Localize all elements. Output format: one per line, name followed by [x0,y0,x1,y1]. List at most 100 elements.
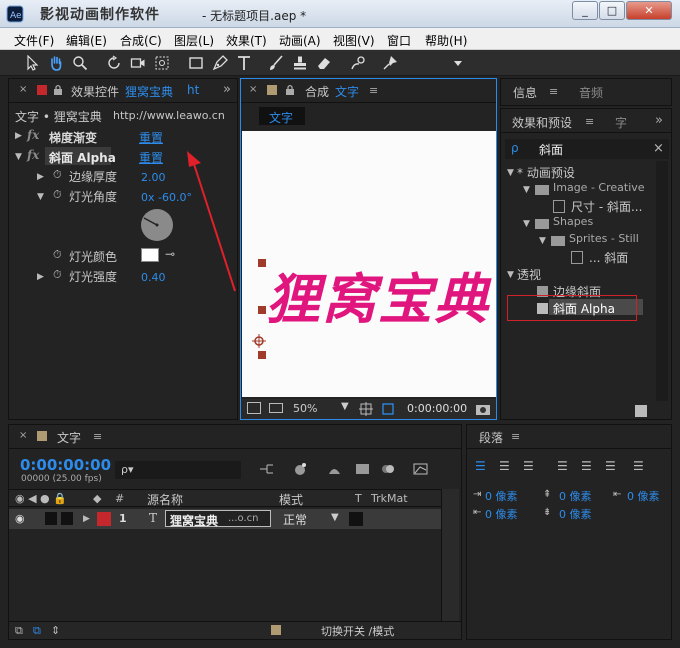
expand-triangle-icon[interactable]: ▶ [37,172,44,182]
tree-size-bevel[interactable]: 尺寸 - 斜面... [571,198,642,215]
tree-perspective[interactable]: 透视 [517,266,541,283]
panel-menu-icon[interactable]: ≡ [93,430,102,443]
lock-icon[interactable] [285,84,295,96]
clear-search-icon[interactable]: × [653,141,664,156]
footer-modes-icon[interactable]: ⧉ [33,624,41,638]
justify-right-icon[interactable]: ☰ [605,459,616,473]
layer-name-field[interactable]: 狸窝宝典 ...o.cn [165,510,271,528]
roto-brush-tool-icon[interactable] [348,53,368,73]
stopwatch-icon[interactable]: ⏱ [53,248,62,262]
collapse-triangle-icon[interactable]: ▼ [15,152,22,162]
hand-tool-icon[interactable] [46,53,66,73]
prop-light-intensity-value[interactable]: 0.40 [141,271,166,284]
tab-character[interactable]: 字 [615,114,627,131]
footer-frame-icon[interactable]: ⇕ [51,624,60,637]
draft-3d-icon[interactable] [291,461,309,477]
close-panel-icon[interactable]: × [249,84,257,95]
search-input[interactable]: 斜面 [539,141,563,158]
anchor-point-icon[interactable] [252,334,266,348]
tab-effects-presets[interactable]: 效果和预设 [512,114,572,131]
rotate-tool-icon[interactable] [104,53,124,73]
indent-right-value[interactable]: 0 像素 [485,506,518,522]
comp-mini-flowchart-icon[interactable] [257,461,275,477]
collapse-triangle-icon[interactable]: ▼ [37,192,44,202]
scrollbar-track[interactable] [656,161,668,401]
audio-toggle[interactable] [45,512,57,525]
type-tool-icon[interactable] [234,53,254,73]
tab-paragraph[interactable]: 段落 [479,429,503,446]
close-panel-icon[interactable]: × [19,84,27,95]
layer-label-color[interactable] [97,512,111,526]
monitor-icon[interactable] [269,403,283,413]
tab-composition-name[interactable]: 文字 [335,83,359,100]
align-center-icon[interactable]: ☰ [499,459,510,473]
collapse-triangle-icon[interactable]: ▼ [539,236,546,246]
menu-effect[interactable]: 效果(T) [226,32,267,49]
tab-effect-controls[interactable]: 效果控件 [71,83,119,100]
clone-stamp-tool-icon[interactable] [290,53,310,73]
expand-triangle-icon[interactable]: ▶ [37,272,44,282]
col-mode[interactable]: 模式 [279,491,303,508]
new-folder-icon[interactable] [635,405,647,417]
layer-search-field[interactable]: ρ▾ [115,461,241,479]
indent-left-value[interactable]: 0 像素 [485,488,518,504]
snapshot-icon[interactable] [247,402,261,414]
menu-layer[interactable]: 图层(L) [174,32,214,49]
bounding-handle[interactable] [258,306,266,314]
minimize-button[interactable]: _ [572,1,598,20]
tree-sprites-still[interactable]: Sprites - Still [569,232,639,245]
menu-edit[interactable]: 编辑(E) [66,32,107,49]
tab-composition[interactable]: 合成 [305,83,329,100]
graph-editor-icon[interactable] [411,461,429,477]
tab-timeline-comp[interactable]: 文字 [57,429,81,446]
panel-menu-icon[interactable]: ≡ [549,85,558,98]
light-color-swatch[interactable] [141,248,159,262]
rectangle-tool-icon[interactable] [186,53,206,73]
reset-button[interactable]: 重置 [139,149,163,166]
panel-menu-icon[interactable]: ≡ [511,430,520,443]
tab-overflow-text[interactable]: ht [187,83,199,97]
collapse-triangle-icon[interactable]: ▼ [523,185,530,195]
indent-first-line-value[interactable]: 0 像素 [627,488,660,504]
lock-icon[interactable] [53,84,63,96]
toggle-switches-modes-button[interactable]: 切换开关 /模式 [321,623,394,639]
zoom-level[interactable]: 50% [293,402,317,415]
angle-dial[interactable] [139,207,175,243]
panel-menu-icon[interactable]: ≡ [369,84,378,97]
resolution-grid-icon[interactable] [359,402,373,416]
shy-layers-icon[interactable] [325,461,343,477]
stopwatch-icon[interactable]: ⏱ [53,168,62,182]
col-source-name[interactable]: 源名称 [147,491,183,508]
menu-file[interactable]: 文件(F) [14,32,54,49]
motion-blur-icon[interactable] [379,461,397,477]
tab-info[interactable]: 信息 [513,84,537,101]
brush-tool-icon[interactable] [266,53,286,73]
menu-animation[interactable]: 动画(A) [279,32,321,49]
collapse-triangle-icon[interactable]: ▼ [507,270,514,280]
menu-composition[interactable]: 合成(C) [120,32,162,49]
eyedropper-icon[interactable]: ⊸ [165,247,175,261]
align-left-icon[interactable]: ☰ [475,459,486,473]
effects-search-field[interactable]: ρ 斜面 × [505,139,669,159]
puppet-pin-tool-icon[interactable] [380,53,400,73]
space-after-value[interactable]: 0 像素 [559,506,592,522]
panel-overflow-icon[interactable]: » [223,82,231,97]
layer-search-input[interactable]: ρ▾ [121,463,134,476]
comp-timecode[interactable]: 0:00:00:00 [407,402,467,415]
justify-center-icon[interactable]: ☰ [581,459,592,473]
close-panel-icon[interactable]: × [19,430,27,441]
stopwatch-icon[interactable]: ⏱ [53,188,62,202]
solo-toggle[interactable] [61,512,73,525]
bounding-handle[interactable] [258,351,266,359]
workspace-dropdown-icon[interactable] [448,53,468,73]
align-right-icon[interactable]: ☰ [523,459,534,473]
tab-audio[interactable]: 音频 [579,84,603,101]
prop-edge-thickness-value[interactable]: 2.00 [141,171,166,184]
region-of-interest-icon[interactable] [381,402,395,416]
tree-image-creative[interactable]: Image - Creative [553,181,645,194]
visibility-eye-icon[interactable]: ◉ [15,512,25,525]
maximize-button[interactable]: □ [599,1,625,20]
space-before-value[interactable]: 0 像素 [559,488,592,504]
camera-snapshot-icon[interactable] [475,402,491,416]
eraser-tool-icon[interactable] [314,53,334,73]
